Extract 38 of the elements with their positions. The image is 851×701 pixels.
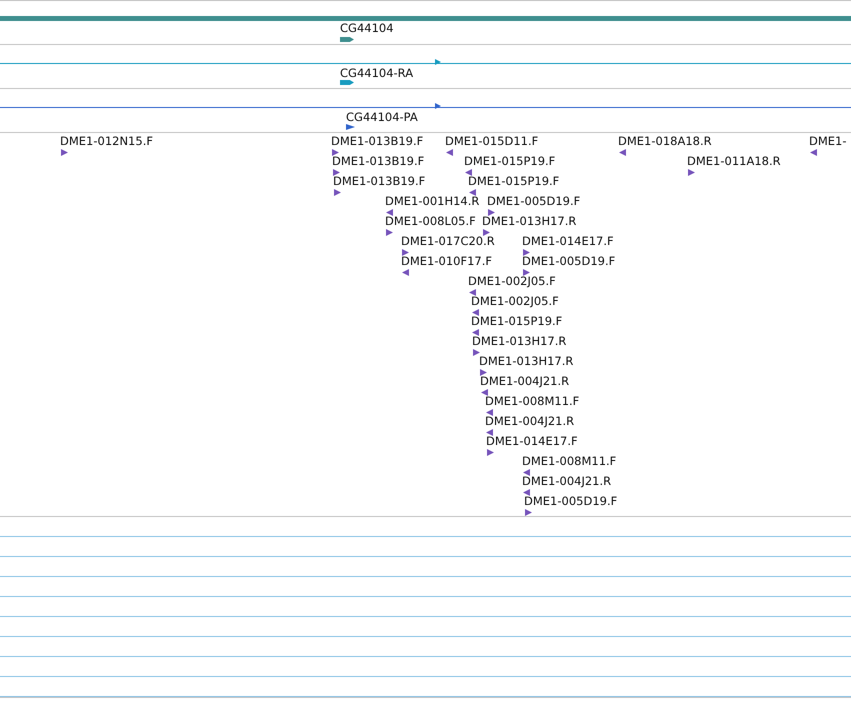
feature-label: DME1-008M11.F <box>522 455 616 468</box>
feature-label: DME1-014E17.F <box>486 435 578 448</box>
feature-label: DME1- <box>809 135 847 148</box>
feature-label: DME1-008L05.F <box>385 215 476 228</box>
feature-label: DME1-015D11.F <box>445 135 538 148</box>
feature-label: DME1-013B19.F <box>331 135 424 148</box>
feature-label: DME1-013H17.R <box>472 335 566 348</box>
feature-label: DME1-002J05.F <box>468 275 556 288</box>
feature-label: DME1-005D19.F <box>487 195 580 208</box>
feature-label: DME1-010F17.F <box>401 255 492 268</box>
feature-label: DME1-004J21.R <box>480 375 570 388</box>
feature-label: DME1-001H14.R <box>385 195 480 208</box>
feature-label: DME1-004J21.R <box>522 475 612 488</box>
transcript-label: CG44104-RA <box>340 67 414 80</box>
feature-label: DME1-005D19.F <box>524 495 618 508</box>
gene-label: CG44104 <box>340 22 394 35</box>
feature-label: DME1-015P19.F <box>464 155 556 168</box>
feature-label: DME1-013B19.F <box>333 175 426 188</box>
feature-label: DME1-018A18.R <box>618 135 712 148</box>
feature-label: DME1-013H17.R <box>482 215 576 228</box>
feature-label: DME1-008M11.F <box>485 395 580 408</box>
feature-label: DME1-015P19.F <box>468 175 560 188</box>
feature-label: DME1-012N15.F <box>60 135 153 148</box>
feature-label: DME1-004J21.R <box>485 415 574 428</box>
arrowhead-icon <box>435 103 441 109</box>
feature-label: DME1-013B19.F <box>332 155 424 168</box>
feature-label: DME1-014E17.F <box>522 235 614 248</box>
transcript-label: CG44104-PA <box>346 111 418 124</box>
feature-label: DME1-005D19.F <box>522 255 616 268</box>
feature-label: DME1-013H17.R <box>479 355 574 368</box>
feature-label: DME1-002J05.F <box>471 295 559 308</box>
transcript-block <box>340 80 354 85</box>
feature-label: DME1-015P19.F <box>471 315 562 328</box>
feature-label: DME1-011A18.R <box>687 155 781 168</box>
transcript-arrow-icon <box>346 124 355 130</box>
gene-block <box>340 37 354 42</box>
arrowhead-icon <box>435 59 441 65</box>
feature-label: DME1-017C20.R <box>401 235 495 248</box>
